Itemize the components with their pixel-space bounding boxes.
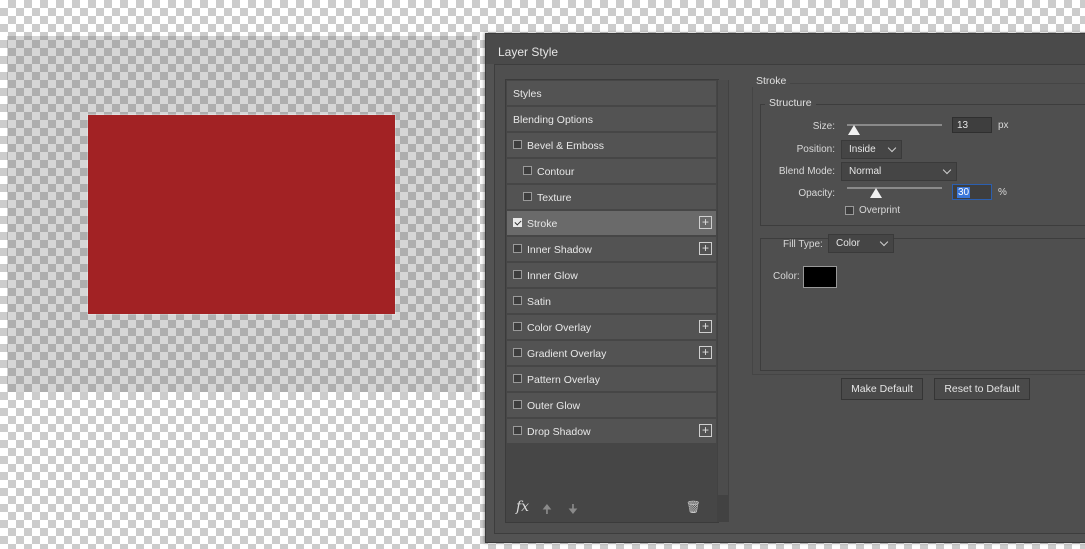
style-item-label: Pattern Overlay [527, 374, 600, 386]
reset-to-default-button[interactable]: Reset to Default [934, 378, 1030, 400]
style-item-label: Contour [537, 166, 575, 178]
chevron-down-icon [887, 143, 897, 153]
style-item[interactable]: Pattern Overlay [507, 367, 716, 392]
styles-scrollbar-thumb[interactable] [718, 80, 728, 495]
style-item-label: Outer Glow [527, 400, 581, 412]
size-slider-thumb[interactable] [847, 125, 860, 135]
layer-style-dialog: Layer Style Styles Blending Options Bevel … [485, 33, 1085, 543]
opacity-label: Opacity: [798, 188, 835, 199]
position-dropdown[interactable]: Inside [841, 140, 902, 159]
stroke-section-title: Stroke [752, 75, 791, 87]
style-item[interactable]: Satin [507, 289, 716, 314]
add-effect-icon[interactable]: + [699, 242, 712, 255]
size-slider-track[interactable] [847, 124, 942, 126]
style-item-label: Inner Shadow [527, 244, 592, 256]
style-checkbox[interactable] [513, 218, 522, 227]
position-label: Position: [796, 144, 835, 155]
style-checkbox[interactable] [513, 348, 522, 357]
style-item-label: Stroke [527, 218, 558, 230]
style-item[interactable]: Inner Shadow + [507, 237, 716, 262]
opacity-value: 30 [957, 187, 971, 198]
arrow-up-icon[interactable]: 🠉 [542, 500, 552, 521]
style-item-label: Styles [513, 88, 542, 100]
style-checkbox[interactable] [513, 270, 522, 279]
style-item[interactable]: Stroke + [507, 211, 716, 236]
style-checkbox[interactable] [513, 322, 522, 331]
style-checkbox[interactable] [513, 296, 522, 305]
size-input[interactable]: 13 [952, 117, 992, 133]
blend-mode-dropdown[interactable]: Normal [841, 162, 957, 181]
style-item-label: Color Overlay [527, 322, 592, 334]
style-item[interactable]: Gradient Overlay + [507, 341, 716, 366]
style-item-label: Satin [527, 296, 551, 308]
blend-mode-label: Blend Mode: [778, 166, 835, 177]
add-effect-icon[interactable]: + [699, 424, 712, 437]
opacity-slider-thumb[interactable] [869, 188, 882, 198]
position-value: Inside [849, 144, 876, 155]
add-effect-icon[interactable]: + [699, 346, 712, 359]
style-item[interactable]: Blending Options [507, 107, 716, 132]
styles-panel: Styles Blending Options Bevel & Emboss Cont… [505, 79, 729, 523]
red-rectangle-layer[interactable] [88, 115, 395, 314]
style-item-label: Drop Shadow [527, 426, 591, 438]
trash-icon[interactable]: 🗑 [686, 500, 701, 514]
size-label: Size: [812, 121, 835, 132]
size-unit: px [998, 120, 1009, 131]
style-item[interactable]: Texture [507, 185, 716, 210]
add-effect-icon[interactable]: + [699, 216, 712, 229]
arrow-down-icon[interactable]: 🠋 [568, 500, 578, 521]
style-item[interactable]: Bevel & Emboss [507, 133, 716, 158]
fill-type-label: Fill Type: [783, 239, 823, 250]
fill-type-dropdown[interactable]: Color [828, 234, 894, 253]
opacity-input[interactable]: 30 [952, 184, 992, 200]
styles-scrollbar[interactable] [717, 80, 729, 522]
style-checkbox[interactable] [523, 192, 532, 201]
style-item-label: Blending Options [513, 114, 593, 126]
style-checkbox[interactable] [513, 244, 522, 253]
chevron-down-icon [879, 237, 889, 247]
dialog-title: Layer Style [498, 45, 559, 59]
overprint-label: Overprint [859, 205, 901, 216]
overprint-checkbox[interactable] [845, 206, 854, 215]
add-effect-icon[interactable]: + [699, 320, 712, 333]
style-item[interactable]: Styles [507, 81, 716, 106]
dialog-titlebar[interactable]: Layer Style [486, 34, 1085, 64]
structure-group-title: Structure [765, 97, 816, 109]
styles-panel-footer: fx 🠉 🠋 🗑 [506, 492, 706, 522]
style-item[interactable]: Color Overlay + [507, 315, 716, 340]
style-checkbox[interactable] [523, 166, 532, 175]
fx-button[interactable]: fx [516, 499, 529, 515]
style-checkbox[interactable] [513, 400, 522, 409]
style-checkbox[interactable] [513, 374, 522, 383]
structure-group: Structure Size: 13 px Position: Inside B… [760, 97, 1085, 226]
style-item[interactable]: Inner Glow [507, 263, 716, 288]
style-item[interactable]: Drop Shadow + [507, 419, 716, 444]
style-checkbox[interactable] [513, 140, 522, 149]
chevron-down-icon [942, 165, 952, 175]
style-item-label: Gradient Overlay [527, 348, 607, 360]
make-default-button[interactable]: Make Default [841, 378, 923, 400]
style-checkbox[interactable] [513, 426, 522, 435]
stroke-color-swatch[interactable] [803, 266, 837, 288]
color-label: Color: [773, 271, 800, 282]
blend-mode-value: Normal [849, 166, 882, 177]
opacity-unit: % [998, 187, 1007, 198]
style-item-label: Inner Glow [527, 270, 578, 282]
style-item[interactable]: Contour [507, 159, 716, 184]
fill-group: Fill Type: Color Color: [760, 234, 1085, 371]
style-item-label: Bevel & Emboss [527, 140, 605, 152]
style-item[interactable]: Outer Glow [507, 393, 716, 418]
style-item-label: Texture [537, 192, 572, 204]
opacity-slider-track[interactable] [847, 187, 942, 189]
fill-type-value: Color [836, 238, 860, 249]
